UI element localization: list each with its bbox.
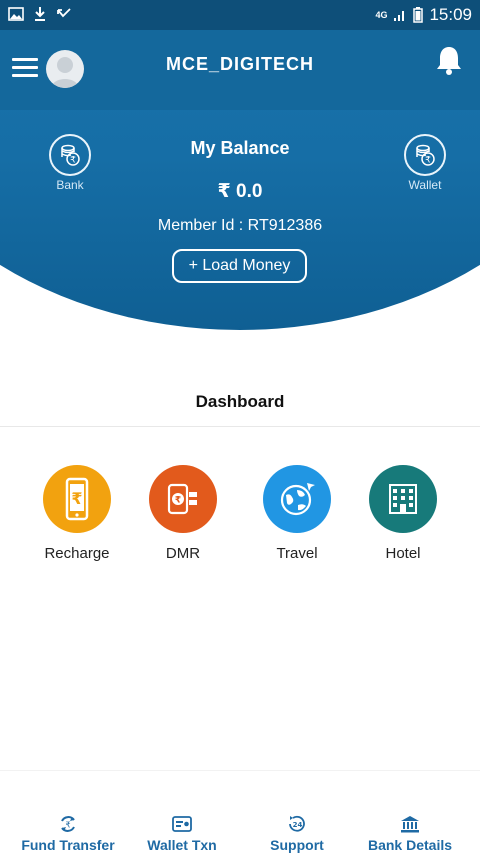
- svg-text:₹: ₹: [71, 489, 82, 508]
- bottom-nav: ₹ Fund Transfer Wallet Txn 24 Support Ba…: [0, 770, 480, 854]
- nav-bank-details[interactable]: Bank Details: [350, 813, 470, 853]
- tile-label: Hotel: [385, 545, 421, 562]
- globe-plane-icon: [263, 465, 331, 533]
- gallery-icon: [8, 7, 24, 21]
- tile-label: DMR: [165, 545, 201, 562]
- app-bar: MCE_DIGITECH: [0, 30, 480, 110]
- signal-icon: [394, 11, 405, 21]
- missed-call-icon: [57, 8, 71, 18]
- dashboard-tiles: ₹ Recharge ₹ DMR Travel Hotel: [0, 465, 480, 575]
- balance-panel: ₹ Bank My Balance ₹ 0.0 Member Id : RT91…: [0, 110, 480, 330]
- battery-icon: [413, 7, 424, 23]
- svg-text:₹: ₹: [65, 821, 70, 830]
- download-icon: [35, 7, 45, 21]
- status-notifications: [8, 6, 72, 22]
- fund-transfer-icon: ₹: [57, 813, 79, 835]
- tile-travel[interactable]: Travel: [247, 465, 347, 562]
- tile-dmr[interactable]: ₹ DMR: [133, 465, 233, 562]
- app-title: MCE_DIGITECH: [165, 54, 314, 74]
- bank-icon: [399, 813, 421, 835]
- nav-label: Bank Details: [367, 837, 453, 853]
- money-transfer-icon: ₹: [149, 465, 217, 533]
- support-24-icon: 24: [286, 813, 308, 835]
- svg-text:₹: ₹: [175, 496, 181, 506]
- wallet-button[interactable]: ₹ Wallet: [395, 134, 455, 192]
- status-system: 4G 15:09: [375, 5, 472, 25]
- load-money-button[interactable]: + Load Money: [172, 249, 307, 283]
- wallet-label: Wallet: [408, 178, 442, 192]
- network-type: 4G: [375, 9, 388, 20]
- tile-recharge[interactable]: ₹ Recharge: [27, 465, 127, 562]
- bell-icon[interactable]: [434, 44, 464, 76]
- svg-text:₹: ₹: [425, 156, 431, 166]
- tile-label: Travel: [276, 545, 318, 562]
- clock: 15:09: [429, 5, 472, 24]
- hotel-building-icon: [369, 465, 437, 533]
- divider: [0, 426, 480, 427]
- dashboard-title: Dashboard: [195, 392, 285, 411]
- nav-fund-transfer[interactable]: ₹ Fund Transfer: [8, 813, 128, 853]
- nav-wallet-txn[interactable]: Wallet Txn: [122, 813, 242, 853]
- tile-hotel[interactable]: Hotel: [353, 465, 453, 562]
- nav-label: Fund Transfer: [21, 837, 115, 853]
- nav-support[interactable]: 24 Support: [237, 813, 357, 853]
- wallet-txn-icon: [171, 813, 193, 835]
- status-bar: 4G 15:09: [0, 0, 480, 30]
- nav-label: Wallet Txn: [147, 837, 217, 853]
- coins-icon: ₹: [404, 134, 446, 176]
- member-id: Member Id : RT912386: [157, 217, 323, 234]
- svg-text:24: 24: [293, 821, 303, 829]
- tile-label: Recharge: [44, 545, 110, 562]
- phone-rupee-icon: ₹: [43, 465, 111, 533]
- nav-label: Support: [270, 837, 324, 853]
